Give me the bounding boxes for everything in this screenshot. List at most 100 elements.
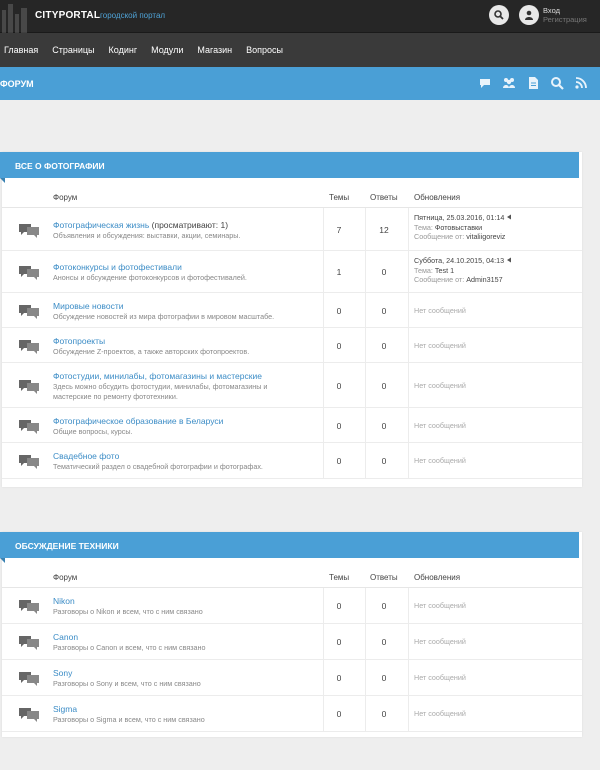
forum-viewers: (просматривают: 1) bbox=[149, 220, 229, 230]
forum-description: Обсуждение Z-проектов, а также авторских… bbox=[53, 347, 250, 356]
author-link[interactable]: vitaliigoreviz bbox=[466, 232, 505, 241]
site-logo[interactable]: CITYPORTAL bbox=[35, 10, 100, 21]
forum-title-line: Nikon bbox=[53, 596, 75, 606]
forum-link[interactable]: Nikon bbox=[53, 596, 75, 606]
chat-icon[interactable] bbox=[478, 76, 492, 90]
topic-label: Тема: bbox=[414, 222, 433, 232]
forum-rows: Nikon Разговоры о Nikon и всем, что с ним… bbox=[2, 588, 582, 732]
register-link[interactable]: Регистрация bbox=[543, 15, 587, 24]
last-post-topic: Тема: Фотовыставки bbox=[414, 223, 512, 233]
document-icon[interactable] bbox=[526, 76, 540, 90]
replies-count: 0 bbox=[381, 341, 387, 351]
col-replies: Ответы bbox=[370, 573, 398, 582]
forum-row[interactable]: Фотопроекты Обсуждение Z-проектов, а такж… bbox=[2, 328, 582, 363]
forum-title-line: Фотопроекты bbox=[53, 336, 105, 346]
column-divider bbox=[408, 293, 409, 327]
col-forum: Форум bbox=[53, 573, 78, 582]
forum-title-line: Фотоконкурсы и фотофестивали bbox=[53, 262, 182, 272]
last-post-date-text: Суббота, 24.10.2015, 04:13 bbox=[414, 256, 505, 265]
replies-count: 12 bbox=[379, 225, 389, 235]
users-icon[interactable] bbox=[502, 76, 516, 90]
forum-description: Разговоры о Sony и всем, что с ним связа… bbox=[53, 679, 201, 688]
forum-link[interactable]: Фотостудии, минилабы, фотомагазины и мас… bbox=[53, 371, 262, 381]
forum-chat-icon bbox=[18, 670, 40, 686]
forum-row[interactable]: Фотографическое образование в Беларуси Об… bbox=[2, 408, 582, 443]
author-link[interactable]: Admin3157 bbox=[466, 275, 502, 284]
forum-row[interactable]: Sony Разговоры о Sony и всем, что с ним с… bbox=[2, 660, 582, 696]
last-post-date: Пятница, 25.03.2016, 01:14 bbox=[414, 213, 512, 223]
replies-count: 0 bbox=[381, 306, 387, 316]
replies-count: 0 bbox=[381, 637, 387, 647]
go-to-post-icon[interactable] bbox=[504, 256, 512, 265]
topics-count: 0 bbox=[336, 341, 342, 351]
nav-home[interactable]: Главная bbox=[4, 45, 38, 55]
no-posts-text: Нет сообщений bbox=[414, 381, 466, 390]
forum-row[interactable]: Фотоконкурсы и фотофестивали Анонсы и обс… bbox=[2, 251, 582, 293]
column-divider bbox=[365, 251, 366, 292]
last-post-author: Сообщение от: vitaliigoreviz bbox=[414, 232, 512, 242]
search-icon[interactable] bbox=[550, 76, 564, 90]
login-link[interactable]: Вход bbox=[543, 6, 560, 15]
forum-link[interactable]: Canon bbox=[53, 632, 78, 642]
topics-count: 7 bbox=[336, 225, 342, 235]
topic-link[interactable]: Test 1 bbox=[435, 266, 454, 275]
forum-row[interactable]: Nikon Разговоры о Nikon и всем, что с ним… bbox=[2, 588, 582, 624]
column-divider bbox=[365, 443, 366, 478]
forum-row[interactable]: Свадебное фото Тематический раздел о свад… bbox=[2, 443, 582, 479]
forum-description: Объявления и обсуждения: выставки, акции… bbox=[53, 231, 241, 240]
topics-count: 0 bbox=[336, 456, 342, 466]
search-button[interactable] bbox=[489, 5, 509, 25]
forum-link[interactable]: Фотографическое образование в Беларуси bbox=[53, 416, 223, 426]
forum-chat-icon bbox=[18, 598, 40, 614]
replies-count: 0 bbox=[381, 456, 387, 466]
nav-shop[interactable]: Магазин bbox=[197, 45, 232, 55]
column-divider bbox=[408, 208, 409, 250]
column-divider bbox=[323, 328, 324, 362]
section-bar: ФОРУМ bbox=[0, 67, 600, 100]
column-divider bbox=[365, 588, 366, 623]
forum-link[interactable]: Фотопроекты bbox=[53, 336, 105, 346]
column-divider bbox=[365, 363, 366, 407]
top-bar: CITYPORTAL городской портал Вход Регистр… bbox=[0, 0, 600, 33]
forum-row[interactable]: Фотографическая жизнь (просматривают: 1)… bbox=[2, 208, 582, 251]
column-divider bbox=[323, 363, 324, 407]
forum-link[interactable]: Свадебное фото bbox=[53, 451, 119, 461]
nav-coding[interactable]: Кодинг bbox=[109, 45, 138, 55]
topic-link[interactable]: Фотовыставки bbox=[435, 223, 482, 232]
replies-count: 0 bbox=[381, 267, 387, 277]
panel-title: ВСЕ О ФОТОГРАФИИ bbox=[15, 161, 105, 171]
go-to-post-icon[interactable] bbox=[504, 213, 512, 222]
forum-link[interactable]: Фотоконкурсы и фотофестивали bbox=[53, 262, 182, 272]
forum-panel-equipment: ОБСУЖДЕНИЕ ТЕХНИКИ Форум Темы Ответы Обн… bbox=[0, 532, 582, 737]
column-divider bbox=[365, 696, 366, 731]
no-posts-text: Нет сообщений bbox=[414, 421, 466, 430]
column-divider bbox=[408, 363, 409, 407]
forum-title-line: Фотографическое образование в Беларуси bbox=[53, 416, 223, 426]
forum-link[interactable]: Sony bbox=[53, 668, 72, 678]
no-posts-text: Нет сообщений bbox=[414, 456, 466, 465]
no-posts-text: Нет сообщений bbox=[414, 306, 466, 315]
col-replies: Ответы bbox=[370, 193, 398, 202]
forum-title-line: Фотографическая жизнь (просматривают: 1) bbox=[53, 220, 228, 230]
column-divider bbox=[408, 251, 409, 292]
forum-row[interactable]: Фотостудии, минилабы, фотомагазины и мас… bbox=[2, 363, 582, 408]
nav-pages[interactable]: Страницы bbox=[52, 45, 94, 55]
nav-questions[interactable]: Вопросы bbox=[246, 45, 283, 55]
last-post-info: Суббота, 24.10.2015, 04:13 Тема: Test 1С… bbox=[414, 256, 512, 285]
forum-link[interactable]: Фотографическая жизнь bbox=[53, 220, 149, 230]
rss-icon[interactable] bbox=[574, 76, 588, 90]
topics-count: 1 bbox=[336, 267, 342, 277]
no-posts-text: Нет сообщений bbox=[414, 709, 466, 718]
panel-header: ВСЕ О ФОТОГРАФИИ bbox=[0, 152, 579, 183]
forum-panel-photography: ВСЕ О ФОТОГРАФИИ Форум Темы Ответы Обнов… bbox=[0, 152, 582, 487]
nav-modules[interactable]: Модули bbox=[151, 45, 183, 55]
forum-link[interactable]: Sigma bbox=[53, 704, 77, 714]
section-title: ФОРУМ bbox=[0, 79, 34, 89]
forum-chat-icon bbox=[18, 264, 40, 280]
last-post-topic: Тема: Test 1 bbox=[414, 266, 512, 276]
forum-link[interactable]: Мировые новости bbox=[53, 301, 123, 311]
forum-row[interactable]: Sigma Разговоры о Sigma и всем, что с ним… bbox=[2, 696, 582, 732]
forum-row[interactable]: Canon Разговоры о Canon и всем, что с ним… bbox=[2, 624, 582, 660]
user-button[interactable] bbox=[519, 5, 539, 25]
forum-row[interactable]: Мировые новости Обсуждение новостей из ми… bbox=[2, 293, 582, 328]
